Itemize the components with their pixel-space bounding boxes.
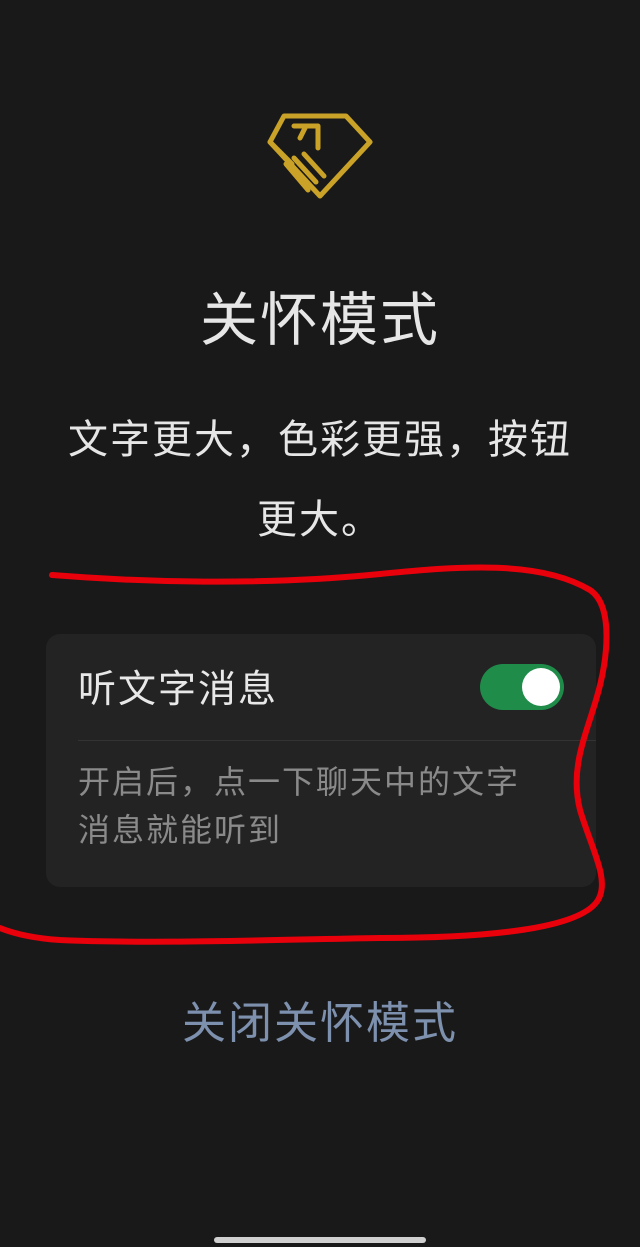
subtitle-line-2: 更大。 [257,497,383,543]
listen-text-label: 听文字消息 [78,667,279,711]
close-care-mode-button[interactable]: 关闭关怀模式 [0,994,640,1054]
listen-text-setting-row[interactable]: 听文字消息 [46,634,596,740]
page-title: 关怀模式 [199,286,440,354]
card-divider [78,740,596,741]
description-line-2: 消息就能听到 [78,811,283,849]
toggle-knob [522,668,560,706]
subtitle-line-1: 文字更大，色彩更强，按钮 [68,417,572,463]
care-mode-screen: 关怀模式 文字更大，色彩更强，按钮 更大。 听文字消息 开启后，点一下聊天中的文… [0,0,640,1247]
listen-text-setting-card: 听文字消息 开启后，点一下聊天中的文字 消息就能听到 [46,634,596,887]
home-indicator [214,1237,426,1243]
description-line-1: 开启后，点一下聊天中的文字 [78,763,521,801]
page-subtitle: 文字更大，色彩更强，按钮 更大。 [40,400,600,560]
listen-text-toggle[interactable] [480,664,564,710]
care-hands-icon [264,108,376,212]
listen-text-description: 开启后，点一下聊天中的文字 消息就能听到 [78,758,568,854]
